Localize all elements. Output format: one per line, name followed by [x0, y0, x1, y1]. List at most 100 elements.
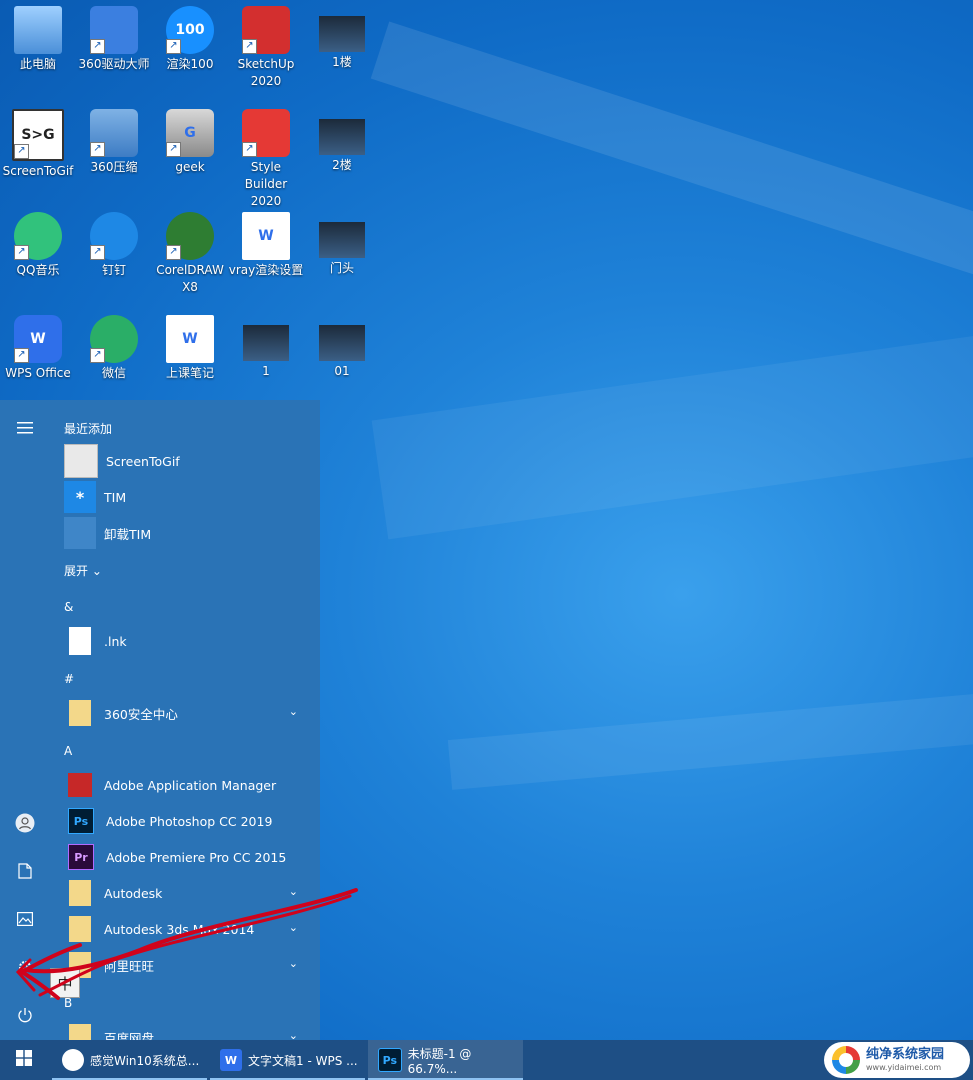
shortcut-arrow-icon: ↗ [14, 144, 29, 159]
desktop-icon[interactable]: G ↗ geek [152, 109, 228, 176]
chevron-down-icon: ⌄ [288, 705, 298, 718]
image-thumbnail-icon [243, 325, 289, 361]
chevron-down-icon: ⌄ [288, 921, 298, 934]
desktop-icon[interactable]: ↗ SketchUp 2020 [228, 6, 304, 90]
section-header-a[interactable]: A [64, 744, 72, 758]
app-label: TIM [104, 489, 127, 505]
desktop-icon[interactable]: ↗ 钉钉 [76, 212, 152, 279]
dingtalk-icon: ↗ [90, 212, 138, 260]
desktop-icon[interactable]: 2楼 [304, 109, 380, 174]
start-menu-rail [0, 400, 50, 1040]
app-folder-item[interactable]: Autodesk ⌄ [64, 877, 304, 909]
app-folder-item[interactable]: 百度网盘 ⌄ [64, 1021, 304, 1040]
hamburger-menu-icon[interactable] [10, 413, 40, 443]
recent-app-item[interactable]: 卸载TIM [64, 517, 304, 549]
ime-indicator[interactable]: 中 [50, 968, 80, 998]
desktop-icon[interactable]: W ↗ WPS Office [0, 315, 76, 382]
desktop-icon[interactable]: ↗ CorelDRAW X8 [152, 212, 228, 296]
documents-icon[interactable] [10, 856, 40, 886]
desktop-icon-label: WPS Office [5, 366, 71, 380]
premiere-icon: Pr [68, 844, 94, 870]
coreldraw-icon: ↗ [166, 212, 214, 260]
app-folder-item[interactable]: 阿里旺旺 ⌄ [64, 949, 304, 981]
recent-app-item[interactable]: ScreenToGif [64, 444, 304, 478]
taskbar-app-button[interactable]: W 文字文稿1 - WPS ... [210, 1040, 365, 1080]
settings-gear-icon[interactable] [10, 952, 40, 982]
app-list-item[interactable]: .lnk [64, 625, 304, 657]
image-thumbnail-icon [319, 16, 365, 52]
desktop-icon[interactable]: ↗ Style Builder 2020 [228, 109, 304, 210]
app-label: 百度网盘 [104, 1030, 155, 1041]
start-button[interactable] [0, 1040, 48, 1080]
desktop-icon[interactable]: ↗ 360压缩 [76, 109, 152, 176]
desktop-icon-label: SketchUp 2020 [237, 57, 295, 88]
desktop-icon-label: 01 [334, 364, 350, 378]
app-list-item[interactable]: Pr Adobe Premiere Pro CC 2015 [64, 841, 304, 873]
geek-uninstaller-icon: G ↗ [166, 109, 214, 157]
recent-app-item[interactable]: * TIM [64, 481, 304, 513]
shortcut-arrow-icon: ↗ [90, 142, 105, 157]
file-icon [69, 627, 91, 655]
app-label: .lnk [104, 633, 127, 649]
ime-indicator-label: 中 [57, 974, 73, 993]
app-label: Adobe Photoshop CC 2019 [106, 813, 273, 829]
shortcut-arrow-icon: ↗ [242, 39, 257, 54]
shortcut-arrow-icon: ↗ [242, 142, 257, 157]
expand-button[interactable]: 展开 ⌄ [64, 562, 102, 579]
app-label: Adobe Premiere Pro CC 2015 [106, 849, 287, 865]
image-thumbnail-icon [319, 325, 365, 361]
pictures-icon[interactable] [10, 904, 40, 934]
section-header-hash[interactable]: # [64, 672, 74, 686]
app-label: 阿里旺旺 [104, 958, 155, 974]
app-folder-item[interactable]: 360安全中心 ⌄ [64, 697, 304, 729]
chevron-down-icon: ⌄ [288, 885, 298, 898]
desktop-icon[interactable]: 01 [304, 315, 380, 380]
image-thumbnail-icon [319, 222, 365, 258]
desktop-icon-label: vray渲染设置 [228, 263, 304, 277]
computer-icon [14, 6, 62, 54]
desktop-icon[interactable]: 100 ↗ 渲染100 [152, 6, 228, 73]
desktop-icon[interactable]: ↗ QQ音乐 [0, 212, 76, 279]
desktop-icon-label: 门头 [329, 261, 354, 275]
shortcut-arrow-icon: ↗ [14, 348, 29, 363]
section-header-amp[interactable]: & [64, 600, 73, 614]
taskbar-app-button[interactable]: 感觉Win10系统总... [52, 1040, 207, 1080]
desktop-icon[interactable]: W 上课笔记 [152, 315, 228, 382]
chevron-down-icon: ⌄ [91, 564, 102, 578]
desktop-icon-label: CorelDRAW X8 [156, 263, 224, 294]
wps-writer-icon: W [220, 1049, 242, 1071]
driver-master-icon: ↗ [90, 6, 138, 54]
expand-label: 展开 [64, 564, 89, 578]
desktop-icon[interactable]: 1 [228, 315, 304, 380]
app-folder-item[interactable]: Autodesk 3ds Max 2014 ⌄ [64, 913, 304, 945]
edge-icon [62, 1049, 84, 1071]
watermark-url: www.yidaimei.com [866, 1063, 942, 1072]
desktop-icon-label: 360驱动大师 [78, 57, 150, 71]
watermark-logo-icon [832, 1046, 860, 1074]
desktop-icon[interactable]: ↗ 360驱动大师 [76, 6, 152, 73]
desktop-icon[interactable]: 门头 [304, 212, 380, 277]
desktop-icon[interactable]: ↗ 微信 [76, 315, 152, 382]
taskbar-app-button[interactable]: Ps 未标题-1 @ 66.7%... [368, 1040, 523, 1080]
shortcut-arrow-icon: ↗ [14, 245, 29, 260]
desktop-icon[interactable]: 1楼 [304, 6, 380, 71]
photoshop-icon: Ps [378, 1048, 402, 1072]
section-header-b[interactable]: B [64, 996, 72, 1010]
desktop-icon[interactable]: 此电脑 [0, 6, 76, 73]
power-icon[interactable] [10, 1000, 40, 1030]
desktop-icon[interactable]: Wvray渲染设置 [228, 212, 304, 279]
app-list-item[interactable]: Adobe Application Manager [64, 769, 304, 801]
app-list-item[interactable]: Ps Adobe Photoshop CC 2019 [64, 805, 304, 837]
section-recently-added: 最近添加 [64, 422, 113, 436]
adobe-icon [68, 773, 92, 797]
screentogif-icon [64, 444, 98, 478]
windows-logo-icon [16, 1050, 32, 1070]
shortcut-arrow-icon: ↗ [166, 142, 181, 157]
desktop-icon[interactable]: S>G ↗ ScreenToGif [0, 109, 76, 180]
user-account-icon[interactable] [10, 808, 40, 838]
desktop-icon-label: 此电脑 [19, 57, 56, 71]
start-menu: 最近添加 ScreenToGif * TIM 卸载TIM 展开 ⌄ & # A B .… [0, 400, 320, 1040]
photoshop-icon: Ps [68, 808, 94, 834]
watermark-badge: 纯净系统家园 www.yidaimei.com [824, 1042, 970, 1078]
shortcut-arrow-icon: ↗ [166, 245, 181, 260]
